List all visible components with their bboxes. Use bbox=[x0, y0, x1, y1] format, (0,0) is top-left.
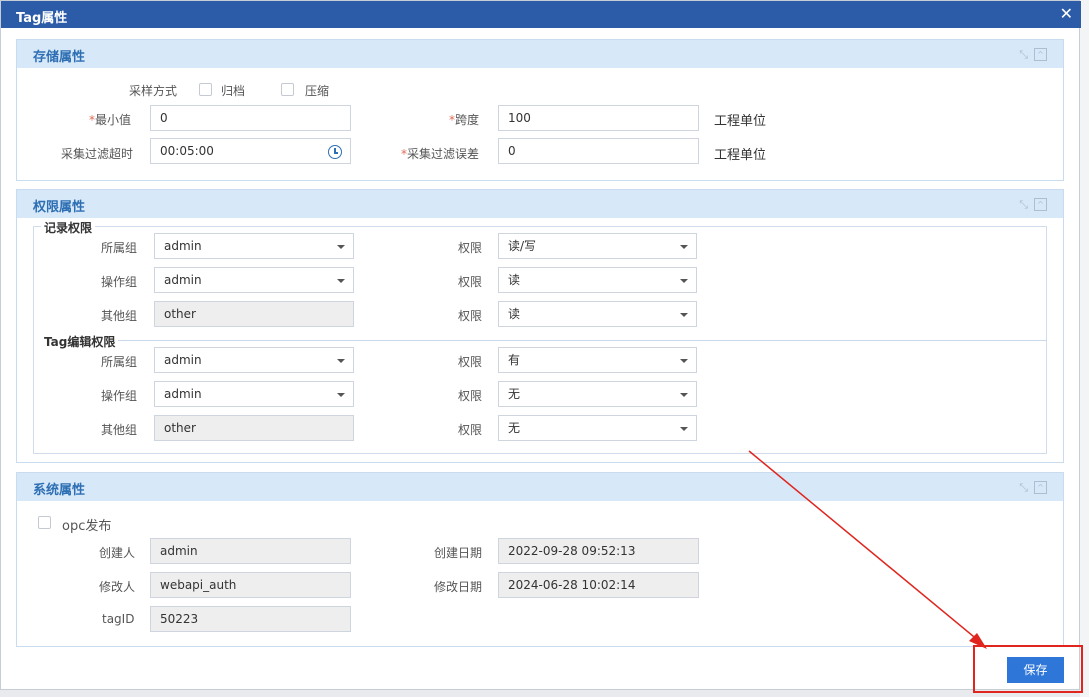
chevron-down-icon bbox=[680, 427, 688, 431]
archive-checkbox[interactable] bbox=[199, 83, 212, 96]
chevron-down-icon bbox=[680, 245, 688, 249]
storage-panel: 存储属性 ⤡ ^ 采样方式 归档 压缩 *最小值 0 *跨度 100 工程单位 采… bbox=[16, 39, 1064, 181]
opc-publish-label: opc发布 bbox=[62, 519, 112, 534]
modifier-field: webapi_auth bbox=[150, 572, 351, 598]
creator-field: admin bbox=[150, 538, 351, 564]
group-label: 操作组 bbox=[101, 389, 138, 403]
perm-label: 权限 bbox=[458, 389, 483, 403]
storage-panel-title: 存储属性 bbox=[33, 50, 86, 65]
collapse-icon[interactable]: ^ bbox=[1034, 198, 1047, 211]
expand-icon[interactable]: ⤡ bbox=[1019, 198, 1034, 211]
unit-label: 工程单位 bbox=[714, 148, 767, 163]
perm-label: 权限 bbox=[458, 241, 483, 255]
system-panel: 系统属性 ⤡ ^ opc发布 创建人 admin 创建日期 2022-09-28 … bbox=[16, 472, 1064, 647]
archive-label: 归档 bbox=[221, 84, 246, 98]
divider bbox=[117, 340, 1047, 341]
permission-panel-title: 权限属性 bbox=[33, 200, 86, 215]
modified-date-field: 2024-06-28 10:02:14 bbox=[498, 572, 699, 598]
min-value-input[interactable]: 0 bbox=[150, 105, 351, 131]
tagid-field: 50223 bbox=[150, 606, 351, 632]
other-group-field: other bbox=[154, 301, 354, 327]
sampling-label: 采样方式 bbox=[129, 84, 178, 98]
permission-panel-header: 权限属性 ⤡ ^ bbox=[17, 190, 1063, 218]
other-perm-select[interactable]: 读 bbox=[498, 301, 697, 327]
title-bar: Tag属性 ✕ bbox=[1, 1, 1081, 28]
min-value-label: *最小值 bbox=[89, 113, 132, 127]
chevron-down-icon bbox=[680, 279, 688, 283]
compress-checkbox[interactable] bbox=[281, 83, 294, 96]
expand-icon[interactable]: ⤡ bbox=[1019, 481, 1034, 494]
edit-operator-perm-select[interactable]: 无 bbox=[498, 381, 697, 407]
chevron-down-icon bbox=[680, 393, 688, 397]
compress-label: 压缩 bbox=[305, 84, 330, 98]
group-label: 其他组 bbox=[101, 423, 138, 437]
edit-other-group-field: other bbox=[154, 415, 354, 441]
filter-timeout-input[interactable]: 00:05:00 bbox=[150, 138, 351, 164]
collapse-icon[interactable]: ^ bbox=[1034, 481, 1047, 494]
group-label: 其他组 bbox=[101, 309, 138, 323]
edit-other-perm-select[interactable]: 无 bbox=[498, 415, 697, 441]
perm-label: 权限 bbox=[458, 355, 483, 369]
opc-publish-checkbox[interactable] bbox=[38, 516, 51, 529]
record-permission-legend: 记录权限 bbox=[41, 219, 96, 236]
dialog-title: Tag属性 bbox=[16, 11, 68, 26]
creator-label: 创建人 bbox=[99, 546, 136, 560]
operator-perm-select[interactable]: 读 bbox=[498, 267, 697, 293]
edit-permission-legend: Tag编辑权限 bbox=[41, 333, 119, 350]
created-date-label: 创建日期 bbox=[434, 546, 483, 560]
background-strip bbox=[1080, 0, 1089, 697]
collapse-icon[interactable]: ^ bbox=[1034, 48, 1047, 61]
expand-icon[interactable]: ⤡ bbox=[1019, 48, 1034, 61]
group-label: 操作组 bbox=[101, 275, 138, 289]
filter-timeout-label: 采集过滤超时 bbox=[61, 147, 134, 161]
system-panel-title: 系统属性 bbox=[33, 483, 86, 498]
edit-owner-group-select[interactable]: admin bbox=[154, 347, 354, 373]
created-date-field: 2022-09-28 09:52:13 bbox=[498, 538, 699, 564]
filter-error-input[interactable]: 0 bbox=[498, 138, 699, 164]
system-panel-header: 系统属性 ⤡ ^ bbox=[17, 473, 1063, 501]
chevron-down-icon bbox=[680, 359, 688, 363]
perm-label: 权限 bbox=[458, 275, 483, 289]
filter-error-label: *采集过滤误差 bbox=[401, 147, 480, 161]
perm-label: 权限 bbox=[458, 423, 483, 437]
span-label: *跨度 bbox=[449, 113, 480, 127]
group-label: 所属组 bbox=[101, 241, 138, 255]
tagid-label: tagID bbox=[102, 612, 135, 626]
chevron-down-icon bbox=[337, 359, 345, 363]
group-label: 所属组 bbox=[101, 355, 138, 369]
operator-group-select[interactable]: admin bbox=[154, 267, 354, 293]
chevron-down-icon bbox=[680, 313, 688, 317]
chevron-down-icon bbox=[337, 393, 345, 397]
unit-label: 工程单位 bbox=[714, 114, 767, 129]
edit-owner-perm-select[interactable]: 有 bbox=[498, 347, 697, 373]
edit-operator-group-select[interactable]: admin bbox=[154, 381, 354, 407]
save-button[interactable]: 保存 bbox=[1007, 657, 1064, 683]
clock-icon[interactable] bbox=[328, 145, 342, 159]
chevron-down-icon bbox=[337, 279, 345, 283]
close-icon[interactable]: ✕ bbox=[1060, 4, 1073, 23]
span-input[interactable]: 100 bbox=[498, 105, 699, 131]
modifier-label: 修改人 bbox=[99, 580, 136, 594]
storage-panel-header: 存储属性 ⤡ ^ bbox=[17, 40, 1063, 68]
owner-perm-select[interactable]: 读/写 bbox=[498, 233, 697, 259]
modified-date-label: 修改日期 bbox=[434, 580, 483, 594]
chevron-down-icon bbox=[337, 245, 345, 249]
permission-panel: 权限属性 ⤡ ^ 记录权限 Tag编辑权限 所属组 admin 权限 读/写 操作… bbox=[16, 189, 1064, 463]
owner-group-select[interactable]: admin bbox=[154, 233, 354, 259]
perm-label: 权限 bbox=[458, 309, 483, 323]
tag-properties-dialog: Tag属性 ✕ 存储属性 ⤡ ^ 采样方式 归档 压缩 *最小值 0 *跨度 10… bbox=[0, 0, 1083, 693]
